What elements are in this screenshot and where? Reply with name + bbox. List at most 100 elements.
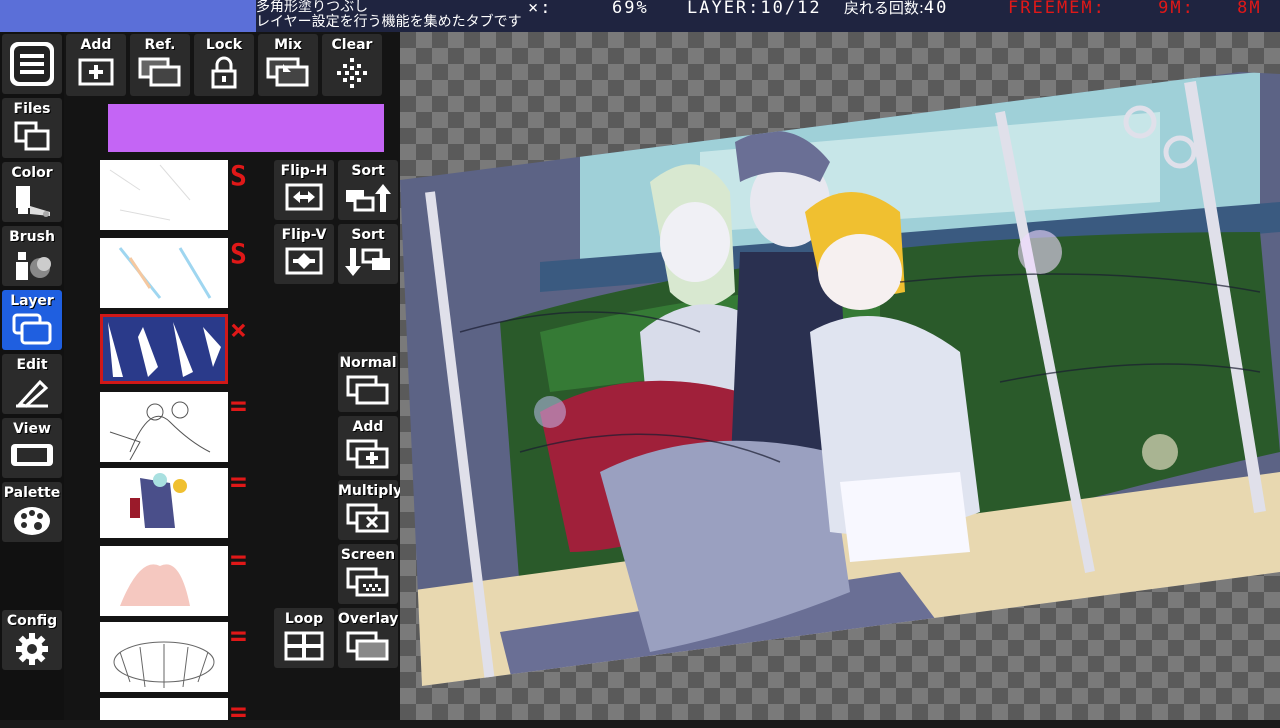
sidebar-item-edit[interactable]: Edit <box>2 354 62 414</box>
layer-mark-6[interactable]: = <box>230 546 247 574</box>
layer-panel: Add Ref. Lock Mix Clear S S × = = = = = … <box>64 32 403 726</box>
undo-count-value: 40 <box>923 0 949 18</box>
layer-thumbnail-image <box>100 468 228 538</box>
status-color-swatch <box>0 0 256 32</box>
layer-thumbnail-image <box>100 238 228 308</box>
sidebar-item-label: View <box>13 421 51 437</box>
blend-normal-icon <box>346 375 389 405</box>
layer-clear-label: Clear <box>331 37 373 53</box>
blend-overlay-button[interactable]: Overlay <box>338 608 398 668</box>
loop-button[interactable]: Loop <box>274 608 334 668</box>
sort-up-label: Sort <box>351 163 385 179</box>
layer-thumb-8[interactable] <box>100 698 228 720</box>
config-button[interactable]: Config <box>2 610 62 670</box>
sidebar-item-brush[interactable]: Brush <box>2 226 62 286</box>
layer-thumb-5[interactable] <box>100 468 228 538</box>
layer-thumb-7[interactable] <box>100 622 228 692</box>
layer-add-label: Add <box>80 37 112 53</box>
status-bar: 多角形塗りつぶし レイヤー設定を行う機能を集めたタブです ×: 69% LAYE… <box>0 0 1280 32</box>
sidebar-item-view[interactable]: View <box>2 418 62 478</box>
layer-thumbnail-image <box>100 622 228 692</box>
layer-mark-2[interactable]: S <box>230 240 247 268</box>
flip-horizontal-button[interactable]: Flip-H <box>274 160 334 220</box>
layer-mark-8[interactable]: = <box>230 698 247 726</box>
layer-ref-label: Ref. <box>144 37 176 53</box>
layer-icon <box>12 313 52 345</box>
flip-vertical-button[interactable]: Flip-V <box>274 224 334 284</box>
config-label: Config <box>6 613 58 629</box>
blend-add-icon <box>346 439 389 469</box>
sidebar-item-color[interactable]: Color <box>2 162 62 222</box>
blend-screen-icon <box>346 567 389 597</box>
layer-thumbnail-image <box>100 546 228 616</box>
flip-v-label: Flip-V <box>281 227 327 243</box>
sidebar-item-files[interactable]: Files <box>2 98 62 158</box>
layer-thumb-4[interactable] <box>100 392 228 462</box>
lock-icon <box>211 56 237 89</box>
layer-mark-3[interactable]: × <box>230 316 247 344</box>
freemem-value-2: 8M <box>1237 0 1262 18</box>
blend-screen-button[interactable]: Screen <box>338 544 398 604</box>
layer-thumbnail-image <box>100 392 228 462</box>
freemem-readout: FREEMEM: 9M: 8M <box>1008 0 1262 17</box>
sidebar-item-label: Brush <box>9 229 55 245</box>
blend-normal-button[interactable]: Normal <box>338 352 398 412</box>
view-icon <box>11 444 53 466</box>
layer-thumb-1[interactable] <box>100 160 228 230</box>
sort-down-button[interactable]: Sort <box>338 224 398 284</box>
layer-thumb-3-selected[interactable] <box>100 314 228 384</box>
layer-ref-button[interactable]: Ref. <box>130 34 190 96</box>
freemem-value-1: 9M: <box>1158 0 1195 18</box>
main-menu-button[interactable] <box>2 34 62 94</box>
layer-lock-button[interactable]: Lock <box>194 34 254 96</box>
layer-thumbnail-image <box>100 160 228 230</box>
layer-count-label: LAYER: <box>686 0 761 18</box>
sidebar-item-layer[interactable]: Layer <box>2 290 62 350</box>
sidebar-item-label: Layer <box>10 293 54 309</box>
layer-add-button[interactable]: Add <box>66 34 126 96</box>
layer-color-swatch[interactable] <box>108 104 384 152</box>
layer-thumb-6[interactable] <box>100 546 228 616</box>
blend-overlay-icon <box>346 631 389 661</box>
files-icon <box>14 121 50 151</box>
blend-add-button[interactable]: Add <box>338 416 398 476</box>
blend-screen-label: Screen <box>340 547 396 563</box>
blend-overlay-label: Overlay <box>338 611 399 627</box>
blend-multiply-label: Multiply <box>338 483 403 499</box>
blend-multiply-icon <box>346 503 389 533</box>
reference-icon <box>138 57 181 87</box>
layer-count-value: 10/12 <box>760 0 822 18</box>
color-icon <box>16 186 50 217</box>
layer-mark-4[interactable]: = <box>230 392 247 420</box>
freemem-label: FREEMEM: <box>1008 0 1106 18</box>
sort-up-button[interactable]: Sort <box>338 160 398 220</box>
flip-vertical-icon <box>285 247 323 275</box>
brush-icon <box>16 252 51 280</box>
status-message-line1: 多角形塗りつぶし <box>256 0 369 15</box>
sort-down-label: Sort <box>351 227 385 243</box>
zoom-label: ×: <box>528 0 553 18</box>
mix-icon <box>266 57 309 87</box>
sort-down-icon <box>345 248 390 276</box>
status-stats: ×: 69% LAYER:10/12 戻れる回数:40 <box>528 0 948 17</box>
layer-mark-1[interactable]: S <box>230 162 247 190</box>
layer-mark-7[interactable]: = <box>230 622 247 650</box>
blend-multiply-button[interactable]: Multiply <box>338 480 403 540</box>
sidebar-item-palette[interactable]: Palette <box>2 482 62 542</box>
layer-mix-label: Mix <box>274 37 302 53</box>
gear-icon <box>16 633 48 665</box>
layer-thumbnail-image <box>103 317 225 381</box>
status-message: 多角形塗りつぶし レイヤー設定を行う機能を集めたタブです <box>256 0 522 30</box>
sidebar-item-label: Palette <box>3 485 61 501</box>
undo-count-label: 戻れる回数: <box>843 0 924 17</box>
loop-grid-icon <box>284 631 324 661</box>
layer-mix-button[interactable]: Mix <box>258 34 318 96</box>
layer-mark-5[interactable]: = <box>230 468 247 496</box>
flip-horizontal-icon <box>285 183 323 211</box>
drawing-canvas[interactable] <box>400 32 1280 720</box>
sidebar: Files Color Brush Layer Edit View Palett… <box>0 32 64 720</box>
layer-clear-button[interactable]: Clear <box>322 34 382 96</box>
layer-thumb-2[interactable] <box>100 238 228 308</box>
loop-label: Loop <box>284 611 324 627</box>
sparkle-clear-icon <box>337 58 367 88</box>
